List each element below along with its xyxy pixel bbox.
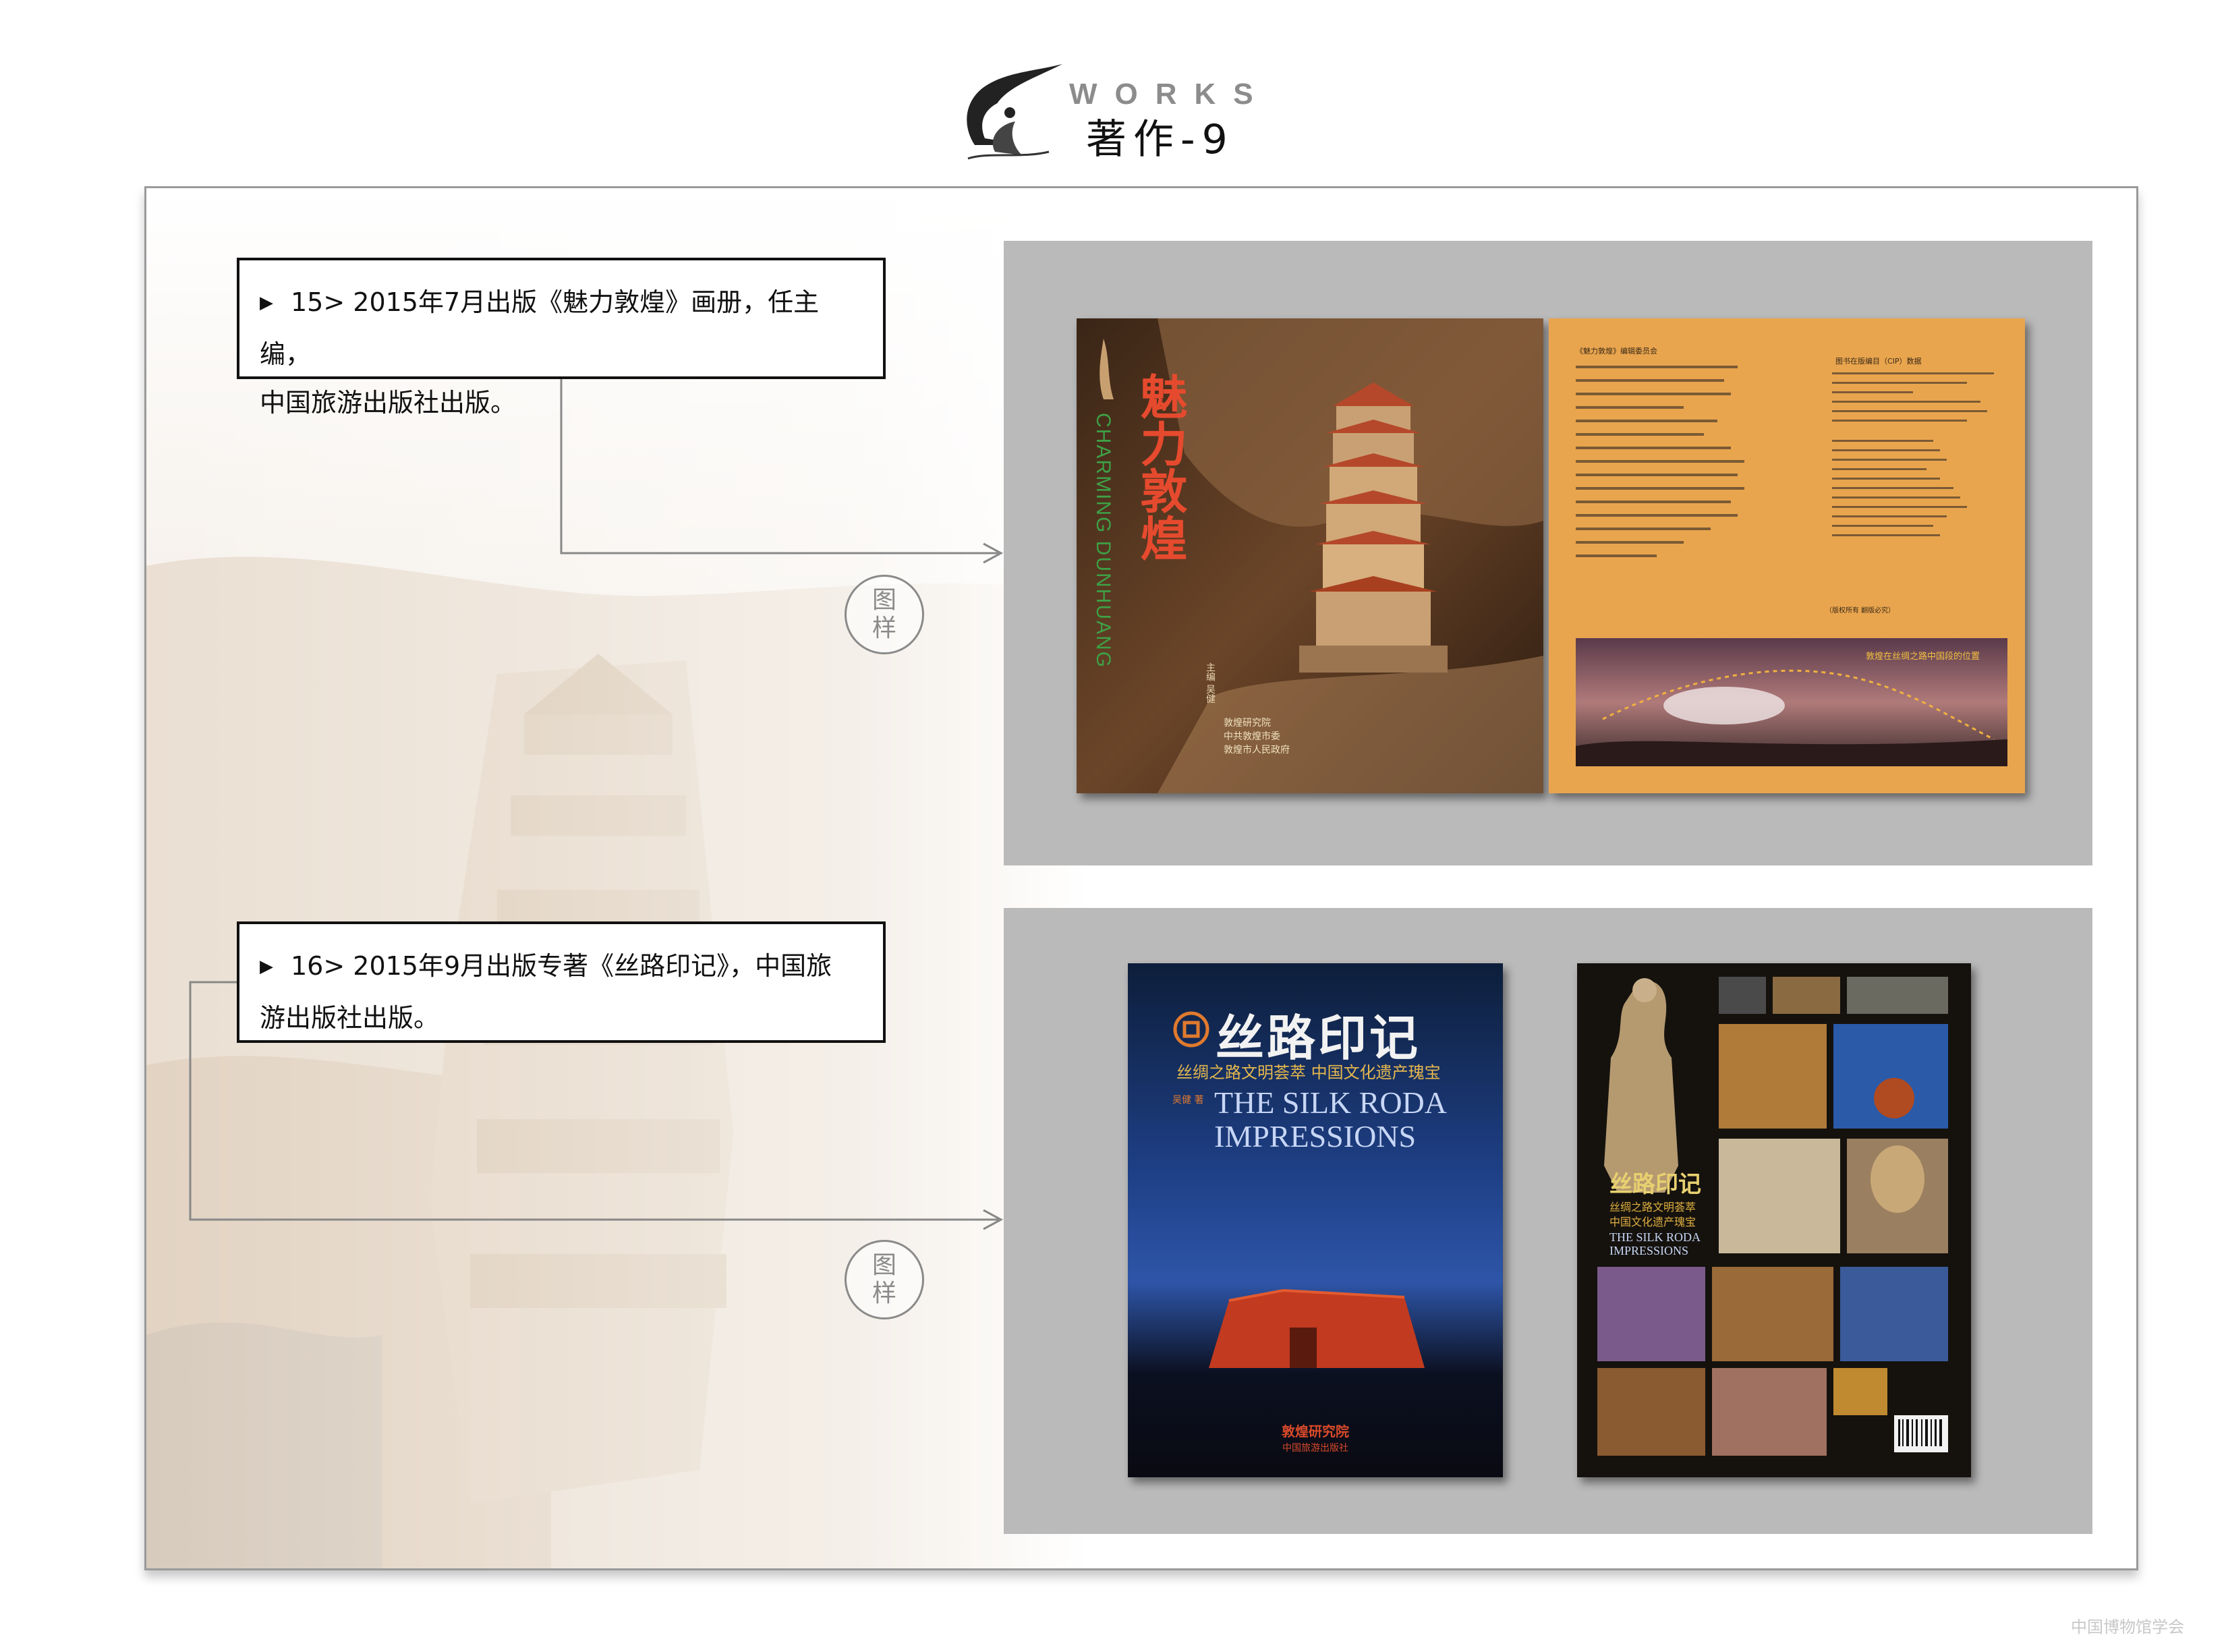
spread-committee-text-block: [1576, 366, 1744, 557]
book1-cover-image: 魅力敦煌 CHARMING DUNHUANG 主编 吴健 敦煌研究院 中共敦煌市…: [1077, 318, 1543, 793]
spread-cip-title: 图书在版编目（CIP）数据: [1835, 357, 1922, 366]
item-15-line1: ▶ 15> 2015年7月出版《魅力敦煌》画册，任主编，: [260, 287, 820, 369]
book2-back-sub1: 丝绸之路文明荟萃: [1609, 1201, 1696, 1214]
book2-back-en1: THE SILK RODA: [1609, 1230, 1701, 1244]
book1-cover-author: 主编 吴健: [1205, 662, 1216, 704]
spread-map-caption: 敦煌在丝绸之路中国段的位置: [1866, 652, 1980, 662]
item-15-description: ▶ 15> 2015年7月出版《魅力敦煌》画册，任主编， 中国旅游出版社出版。: [237, 258, 886, 418]
heritage-emblem-icon: [1173, 1011, 1209, 1048]
book2-cover-publisher1: 敦煌研究院: [1282, 1423, 1349, 1440]
book2-cover-author: 吴健 著: [1172, 1095, 1204, 1106]
item-16-line2: 游出版社出版。: [260, 1003, 440, 1033]
site-watermark: 中国博物馆学会: [2071, 1618, 2184, 1636]
item-16-line1: ▶ 16> 2015年9月出版专著《丝路印记》，中国旅: [260, 951, 832, 981]
book2-cover-en2: IMPRESSIONS: [1214, 1119, 1417, 1153]
book2-back-cover-image: 丝路印记 丝绸之路文明荟萃 中国文化遗产瑰宝 THE SILK RODA IMP…: [1577, 963, 1971, 1477]
item-15-line2: 中国旅游出版社出版。: [260, 388, 517, 418]
bullet-icon: ▶: [260, 957, 273, 977]
book2-back-en2: IMPRESSIONS: [1609, 1244, 1689, 1257]
book1-cover-publishers: 敦煌研究院 中共敦煌市委 敦煌市人民政府: [1224, 718, 1290, 756]
spread-cip-text-block: [1832, 372, 1994, 536]
book1-cover-title: 魅力敦煌: [1133, 372, 1189, 561]
sample-stamp-1: 图 样: [845, 575, 924, 654]
spread-footer: （版权所有 翻版必究）: [1825, 607, 1895, 615]
red-ruins-image: [1209, 1288, 1425, 1368]
book2-cover-image: 丝路印记 丝绸之路文明荟萃 中国文化遗产瑰宝 吴健 著 THE SILK ROD…: [1128, 963, 1503, 1477]
item-16-description: ▶ 16> 2015年9月出版专著《丝路印记》，中国旅 游出版社出版。: [237, 921, 886, 1043]
book1-spread-image: 《魅力敦煌》编辑委员会 图书在版编目（CIP）数据 （版权所有 翻版必究） 敦煌…: [1549, 318, 2025, 793]
book2-back-sub2: 中国文化遗产瑰宝: [1609, 1216, 1696, 1228]
bullet-icon: ▶: [260, 293, 273, 313]
book1-cover-pinyin: CHARMING DUNHUANG: [1092, 413, 1114, 668]
book2-cover-subtitle: 丝绸之路文明荟萃 中国文化遗产瑰宝: [1176, 1063, 1441, 1082]
sample-stamp-2: 图 样: [845, 1240, 924, 1319]
spread-committee-title: 《魅力敦煌》编辑委员会: [1576, 347, 1657, 355]
book2-back-title: 丝路印记: [1609, 1171, 1701, 1198]
book2-cover-en1: THE SILK RODA: [1214, 1085, 1447, 1120]
book2-cover-publisher2: 中国旅游出版社: [1282, 1443, 1348, 1454]
